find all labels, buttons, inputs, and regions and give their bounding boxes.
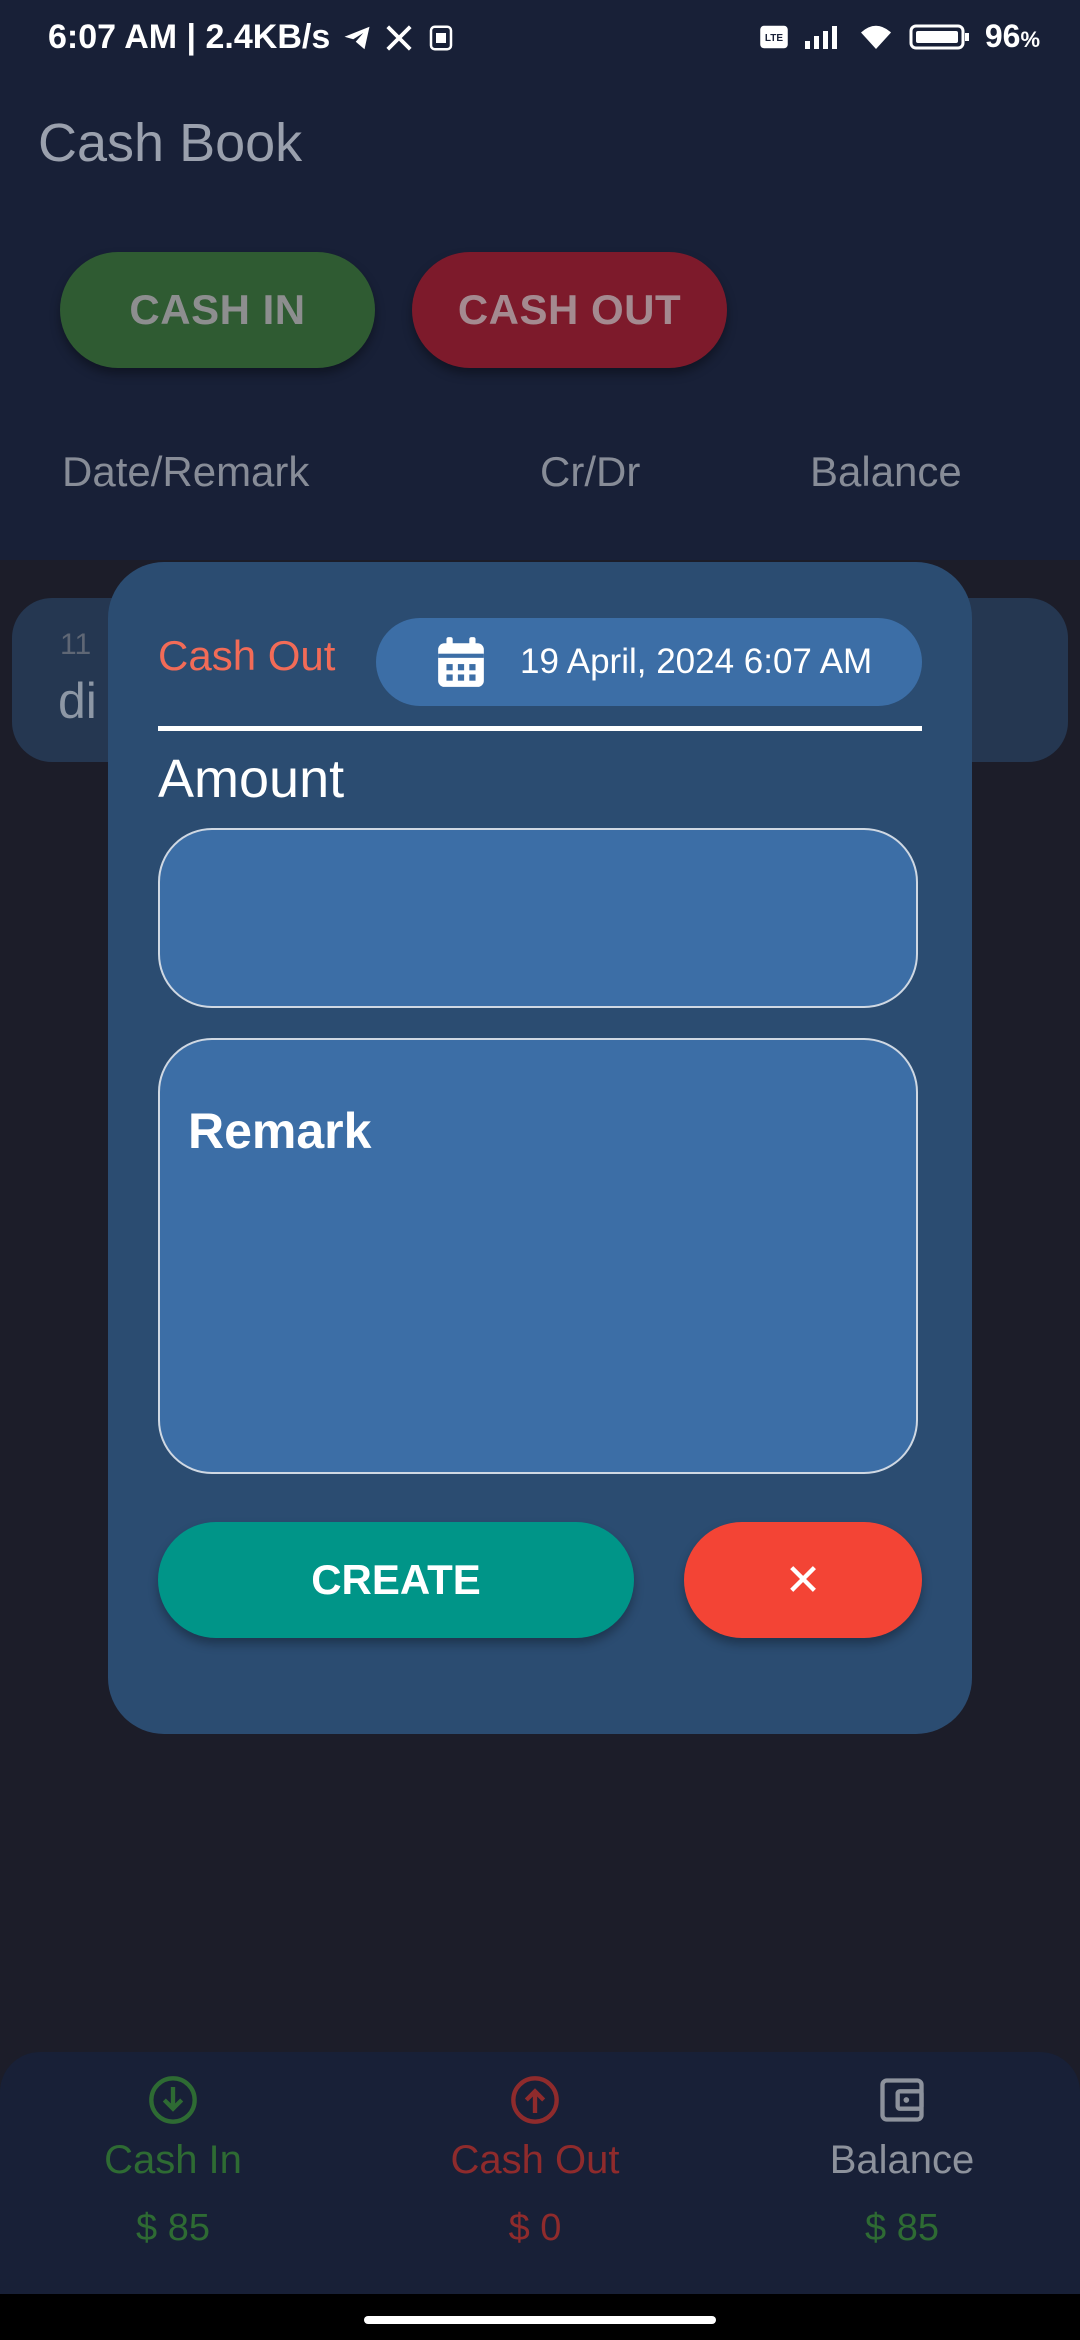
home-indicator[interactable] <box>364 2316 716 2324</box>
create-button[interactable]: CREATE <box>158 1522 634 1638</box>
close-icon: ✕ <box>784 1555 822 1605</box>
column-date-remark: Date/Remark <box>62 448 310 495</box>
cash-out-button[interactable]: CASH OUT <box>412 252 727 368</box>
summary-balance[interactable]: Balance $ 85 <box>722 2074 1080 2250</box>
svg-text:LTE: LTE <box>765 32 783 43</box>
volte-icon: LTE <box>760 25 788 48</box>
wifi-icon <box>860 25 891 49</box>
status-time-speed: 6:07 AM | 2.4KB/s <box>48 18 331 56</box>
column-cr-dr: Cr/Dr <box>540 448 641 495</box>
dialog-type-label: Cash Out <box>158 632 336 679</box>
status-bar: 6:07 AM | 2.4KB/s LTE 96% <box>0 0 1080 84</box>
date-text: 19 April, 2024 6:07 AM <box>520 642 873 681</box>
wallet-icon <box>880 2078 924 2122</box>
summary-cash-in-value: $ 85 <box>136 2207 210 2249</box>
status-right: LTE 96% <box>759 18 1040 55</box>
list-item-title: di <box>58 673 97 729</box>
summary-cash-in-label: Cash In <box>104 2138 242 2182</box>
summary-cash-in[interactable]: Cash In $ 85 <box>0 2074 353 2250</box>
summary-balance-label: Balance <box>829 2138 975 2182</box>
column-balance: Balance <box>810 448 962 495</box>
telegram-icon <box>344 26 370 49</box>
battery-percent: 96% <box>984 18 1040 54</box>
remark-placeholder: Remark <box>188 1103 372 1159</box>
summary-cash-out-value: $ 0 <box>508 2207 562 2249</box>
amount-label: Amount <box>158 749 345 809</box>
list-item-date: 11 <box>60 628 92 661</box>
arrow-up-circle-icon <box>511 2076 559 2124</box>
summary-cash-out[interactable]: Cash Out $ 0 <box>355 2074 715 2250</box>
status-left: 6:07 AM | 2.4KB/s <box>48 18 456 57</box>
summary-balance-value: $ 85 <box>865 2207 939 2249</box>
signal-icon <box>804 25 837 49</box>
date-picker-chip[interactable]: 19 April, 2024 6:07 AM <box>376 618 922 706</box>
sim-icon <box>430 25 453 50</box>
summary-cash-out-label: Cash Out <box>450 2138 620 2182</box>
cash-in-button[interactable]: CASH IN <box>60 252 375 368</box>
dialog-divider <box>158 726 922 731</box>
close-button[interactable]: ✕ <box>684 1522 922 1638</box>
page-title: Cash Book <box>38 113 303 173</box>
x-icon <box>386 24 412 51</box>
amount-input[interactable] <box>158 828 918 1008</box>
arrow-down-circle-icon <box>149 2076 197 2124</box>
battery-icon <box>909 24 969 49</box>
calendar-icon <box>438 637 484 687</box>
